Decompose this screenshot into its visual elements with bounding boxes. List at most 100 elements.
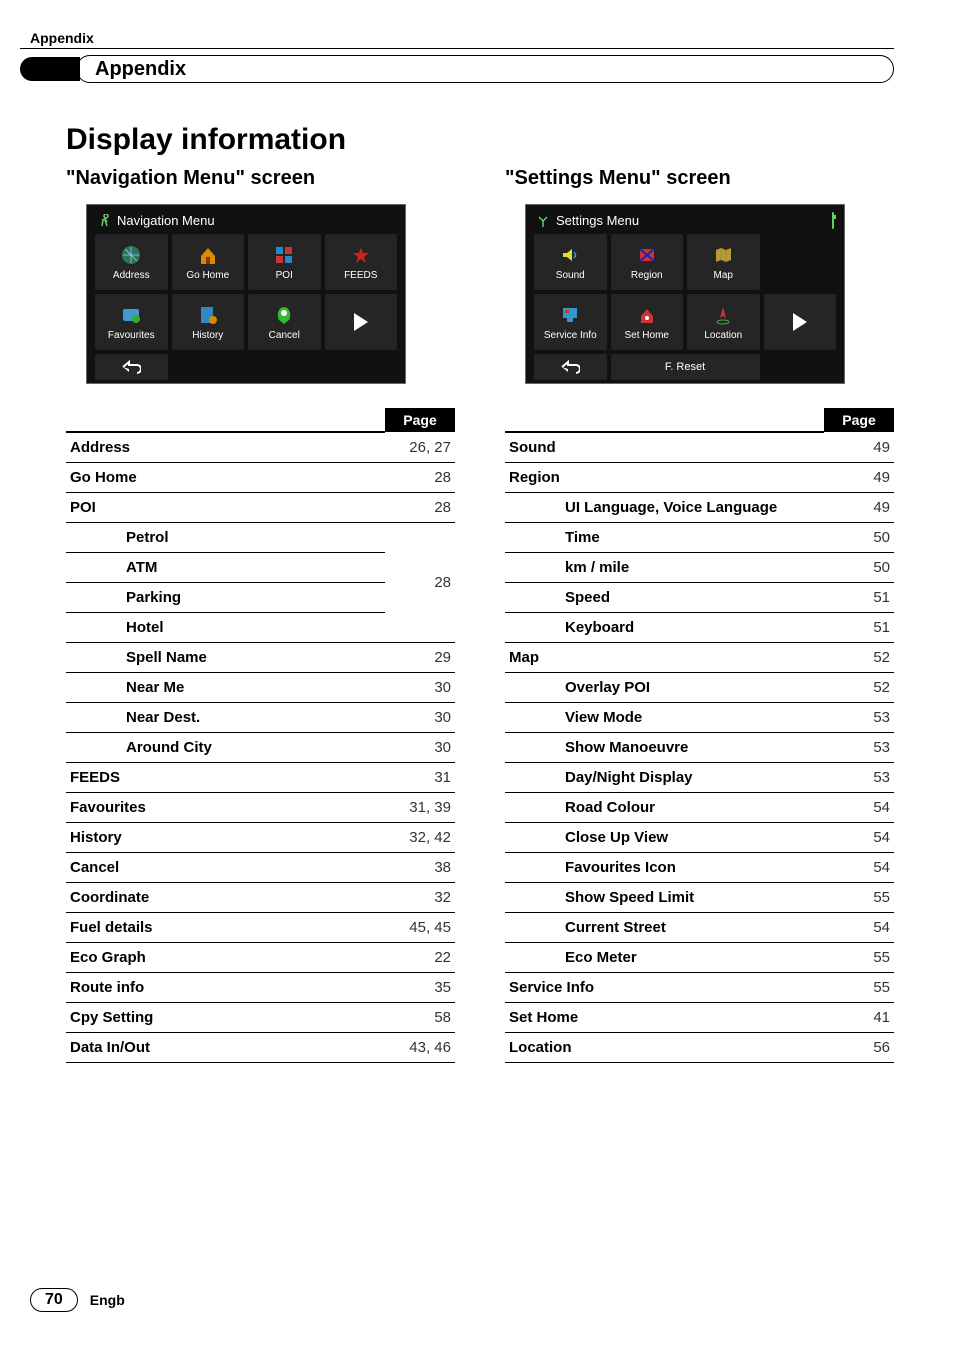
settings-title-left: Settings Menu: [536, 213, 639, 228]
nav-label-poi: POI: [276, 270, 293, 281]
table-row: History32, 42: [66, 823, 455, 853]
nav-heading: "Navigation Menu" screen: [66, 167, 455, 190]
table-cell-page: 45, 45: [385, 913, 455, 943]
table-row: Route info35: [66, 973, 455, 1003]
table-cell-page: 51: [824, 583, 894, 613]
table-cell-label: Day/Night Display: [505, 763, 824, 793]
set-cell-map: Map: [687, 234, 760, 290]
back-arrow-icon: [121, 360, 141, 374]
table-cell-page: 55: [824, 973, 894, 1003]
table-row: Around City30: [66, 733, 455, 763]
table-row: Region49: [505, 463, 894, 493]
page-number: 70: [30, 1288, 78, 1312]
set-row2: Service Info Set Home Location: [534, 294, 836, 350]
cancel-icon: [273, 304, 295, 326]
table-row: Show Speed Limit55: [505, 883, 894, 913]
set-home-icon: [636, 304, 658, 326]
table-cell-page: 38: [385, 853, 455, 883]
favourites-icon: [120, 304, 142, 326]
sound-icon: [559, 244, 581, 266]
set-cell-location: Location: [687, 294, 760, 350]
table-cell-page: 54: [824, 793, 894, 823]
col-right: "Settings Menu" screen Settings Menu: [505, 167, 894, 1063]
table-cell-page: 50: [824, 523, 894, 553]
table-header-row: Page: [505, 408, 894, 432]
table-cell-label: Coordinate: [66, 883, 385, 913]
table-cell-label: Cpy Setting: [66, 1003, 385, 1033]
table-row: Cancel38: [66, 853, 455, 883]
table-cell-label: Near Dest.: [66, 703, 385, 733]
table-row: Road Colour54: [505, 793, 894, 823]
table-row: Spell Name29: [66, 643, 455, 673]
table-cell-label: Show Speed Limit: [505, 883, 824, 913]
set-back-button: [534, 354, 607, 380]
set-label-map: Map: [714, 270, 733, 281]
table-row: Map52: [505, 643, 894, 673]
play-next-icon: [789, 311, 811, 333]
table-cell-page: 53: [824, 763, 894, 793]
table-row: View Mode53: [505, 703, 894, 733]
table-cell-page: 50: [824, 553, 894, 583]
play-next-icon: [350, 311, 372, 333]
table-row: POI28: [66, 493, 455, 523]
history-icon: [197, 304, 219, 326]
table-cell-page: 49: [824, 463, 894, 493]
table-cell-label: Near Me: [66, 673, 385, 703]
nav-back-button: [95, 354, 168, 380]
table-cell-label: Go Home: [66, 463, 385, 493]
table-row: km / mile50: [505, 553, 894, 583]
nav-cell-address: Address: [95, 234, 168, 290]
nav-cell-cancel: Cancel: [248, 294, 321, 350]
table-cell-page: 30: [385, 703, 455, 733]
set-row3-spacer: [764, 354, 837, 380]
nav-label-feeds: FEEDS: [344, 270, 377, 281]
table-row: Current Street54: [505, 913, 894, 943]
home-icon: [197, 244, 219, 266]
table-row: Data In/Out43, 46: [66, 1033, 455, 1063]
nav-label-address: Address: [113, 270, 150, 281]
table-row: Address26, 27: [66, 432, 455, 463]
set-cell-empty: [764, 234, 837, 290]
table-row: Location56: [505, 1033, 894, 1063]
table-cell-label: Route info: [66, 973, 385, 1003]
nav-table-body: Address26, 27Go Home28POI28Petrol28ATMPa…: [66, 432, 455, 1063]
table-cell-page: 26, 27: [385, 432, 455, 463]
table-cell-page: 30: [385, 673, 455, 703]
table-cell-page: 52: [824, 643, 894, 673]
table-row: Overlay POI52: [505, 673, 894, 703]
table-cell-page: 30: [385, 733, 455, 763]
table-cell-label: View Mode: [505, 703, 824, 733]
set-row1: Sound Region Map: [534, 234, 836, 290]
col-left: "Navigation Menu" screen Navigation Menu…: [66, 167, 455, 1063]
table-row: Coordinate32: [66, 883, 455, 913]
table-cell-label: Close Up View: [505, 823, 824, 853]
table-cell-label: Region: [505, 463, 824, 493]
table-cell-label: Around City: [66, 733, 385, 763]
table-cell-page: 28: [385, 463, 455, 493]
table-cell-label: Cancel: [66, 853, 385, 883]
table-cell-page: 43, 46: [385, 1033, 455, 1063]
nav-heading-quoted: "Navigation Menu": [66, 167, 245, 189]
section-title: Display information: [66, 123, 894, 157]
table-cell-label: FEEDS: [66, 763, 385, 793]
table-cell-page: 28: [385, 493, 455, 523]
table-cell-label: Speed: [505, 583, 824, 613]
set-heading-quoted: "Settings Menu": [505, 167, 661, 189]
table-cell-label: ATM: [66, 553, 385, 583]
tools-icon: [536, 214, 550, 228]
nav-label-cancel: Cancel: [269, 330, 300, 341]
nav-cell-next: [325, 294, 398, 350]
nav-cell-gohome: Go Home: [172, 234, 245, 290]
set-row3: F. Reset: [534, 354, 836, 380]
map-icon: [712, 244, 734, 266]
table-cell-page: 55: [824, 943, 894, 973]
nav-cell-feeds: FEEDS: [325, 234, 398, 290]
table-cell-label: Sound: [505, 432, 824, 463]
nav-row3-spacer: [172, 354, 245, 380]
settings-index-table: Page Sound49Region49UI Language, Voice L…: [505, 408, 894, 1063]
table-row: Keyboard51: [505, 613, 894, 643]
table-cell-page: 32, 42: [385, 823, 455, 853]
table-cell-label: km / mile: [505, 553, 824, 583]
table-cell-page: 31, 39: [385, 793, 455, 823]
table-header-blank: [66, 408, 385, 432]
